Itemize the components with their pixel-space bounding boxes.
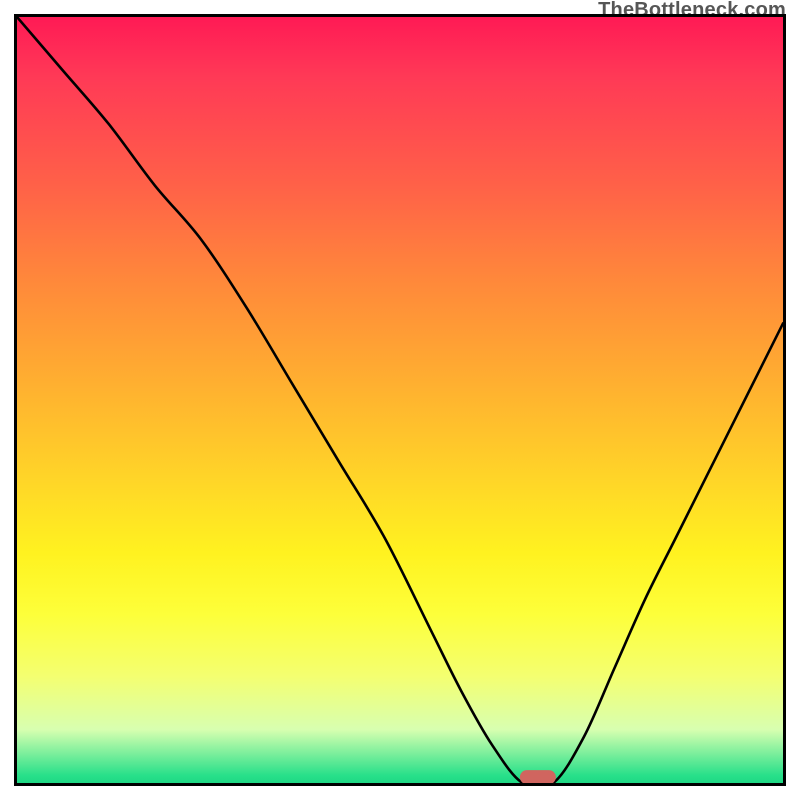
- bottleneck-curve-path: [17, 17, 783, 783]
- curve-layer: [17, 17, 783, 783]
- optimum-marker: [520, 770, 556, 783]
- plot-area: [14, 14, 786, 786]
- bottleneck-chart: TheBottleneck.com: [0, 0, 800, 800]
